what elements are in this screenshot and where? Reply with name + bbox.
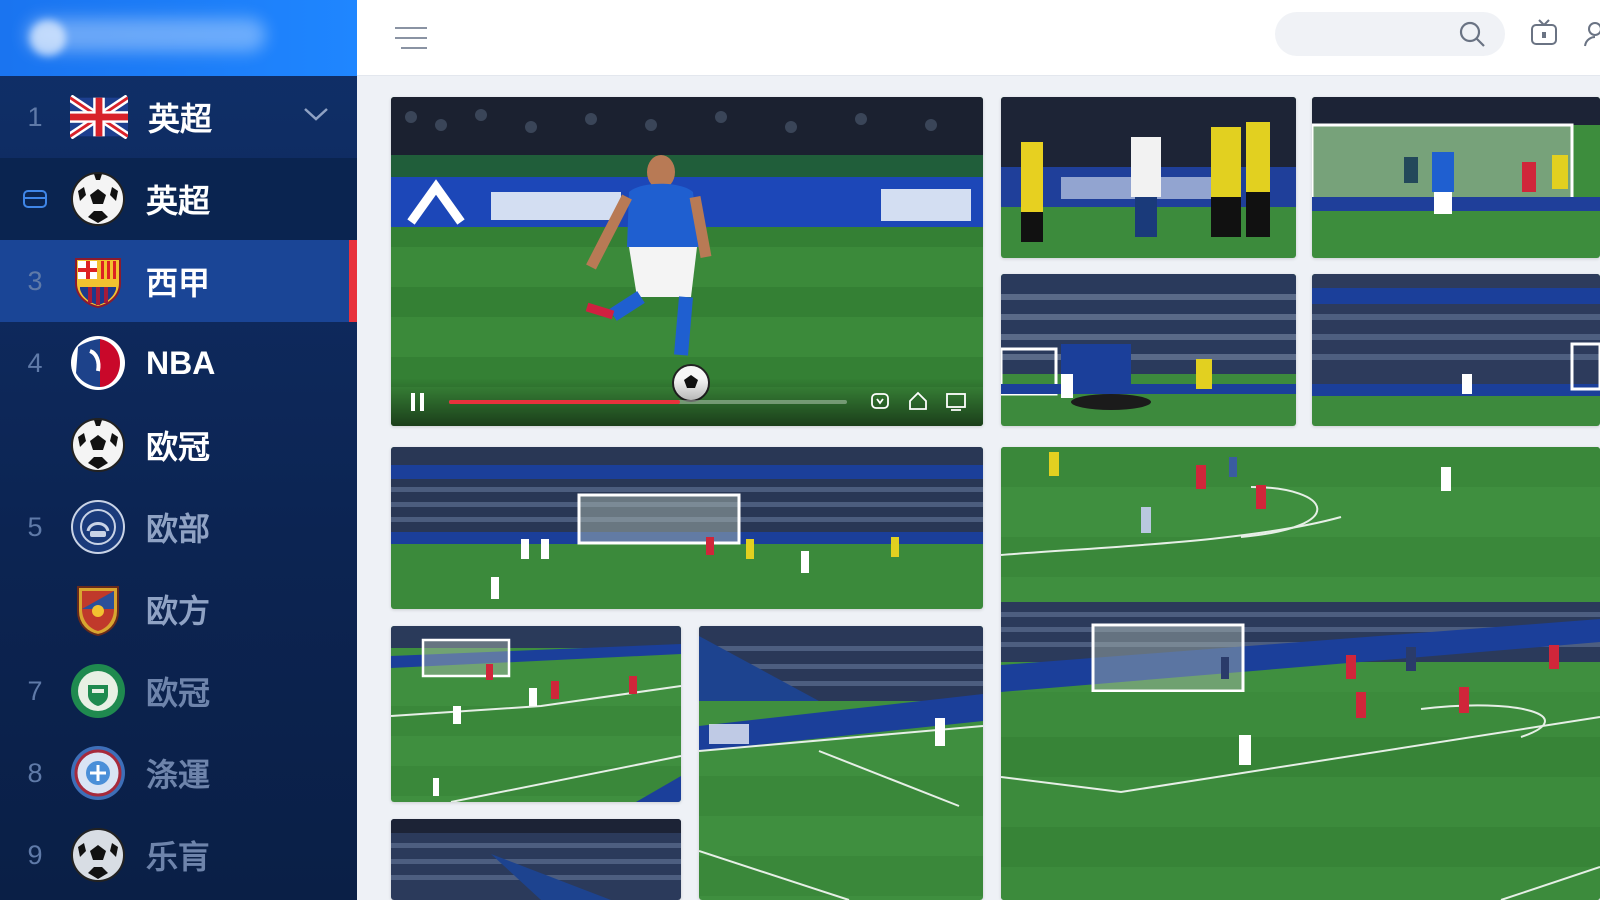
uk-flag-icon — [70, 95, 128, 139]
tv-icon[interactable] — [1529, 18, 1559, 52]
video-frame — [1001, 274, 1296, 426]
progress-fill — [449, 400, 680, 404]
video-frame — [699, 626, 983, 900]
sidebar-item-premier-league-2[interactable]: 英超 — [0, 158, 357, 240]
folder-icon — [0, 188, 70, 210]
subtitles-icon[interactable] — [869, 390, 891, 416]
video-frame — [391, 819, 681, 900]
video-thumbnail[interactable] — [699, 626, 983, 900]
europa-crest-icon — [70, 499, 126, 555]
sidebar-item-label: 欧方 — [146, 592, 211, 630]
progress-bar[interactable] — [449, 400, 847, 404]
soccer-ball-icon — [70, 827, 126, 883]
barcelona-crest-icon — [70, 253, 126, 309]
brand-header[interactable] — [0, 0, 357, 76]
video-thumbnail[interactable] — [391, 447, 983, 609]
sidebar-item-label: 英超 — [148, 100, 213, 138]
video-frame — [1312, 274, 1600, 426]
featured-video-frame — [391, 97, 983, 426]
sidebar-item-label: 欧冠 — [146, 428, 211, 466]
sidebar-item-label: 西甲 — [146, 264, 211, 302]
sidebar-item-label: 乐肓 — [146, 838, 211, 876]
video-thumbnail[interactable] — [1312, 274, 1600, 426]
sidebar-item-nba[interactable]: 4 NBA — [0, 322, 357, 404]
video-thumbnail[interactable] — [391, 819, 681, 900]
video-thumbnail[interactable] — [1312, 97, 1600, 258]
player-controls — [391, 378, 983, 426]
search-box — [1275, 12, 1505, 56]
item-number: 9 — [27, 839, 43, 870]
sidebar-item-label: 欧部 — [146, 510, 211, 548]
video-frame — [391, 447, 983, 609]
video-frame — [1312, 97, 1600, 258]
sidebar-item-conference[interactable]: 欧方 — [0, 568, 357, 650]
item-number: 4 — [27, 347, 43, 378]
sidebar-item-label: 英超 — [146, 182, 211, 220]
top-bar — [357, 0, 1600, 76]
pause-icon[interactable] — [407, 390, 429, 418]
search-input[interactable] — [1289, 22, 1439, 46]
video-thumbnail[interactable] — [1001, 274, 1296, 426]
search-icon[interactable] — [1457, 20, 1487, 54]
home-icon[interactable] — [907, 390, 929, 416]
sidebar-item-premier-league[interactable]: 1 英超 — [0, 76, 357, 158]
featured-video-player[interactable] — [391, 97, 983, 426]
sidebar-item-club-9[interactable]: 9 乐肓 — [0, 814, 357, 896]
sidebar-item-label: NBA — [146, 344, 216, 381]
item-number: 3 — [27, 265, 43, 296]
chevron-down-icon[interactable] — [303, 106, 329, 126]
video-thumbnail[interactable] — [1001, 97, 1296, 258]
sidebar-item-label: 涤運 — [146, 756, 211, 794]
soccer-ball-icon — [70, 417, 126, 473]
nba-logo-icon — [70, 335, 126, 391]
league-nav: 1 英超 英超 3 西甲 4 NBA 欧冠 5 欧部 欧方 7 欧冠 8 涤運 … — [0, 76, 357, 896]
video-frame — [1001, 97, 1296, 258]
item-number: 1 — [27, 101, 43, 132]
item-number: 5 — [27, 511, 43, 542]
video-thumbnail[interactable] — [391, 626, 681, 802]
item-number: 8 — [27, 757, 43, 788]
sidebar-item-champions-league[interactable]: 欧冠 — [0, 404, 357, 486]
green-club-crest-icon — [70, 663, 126, 719]
item-number: 7 — [27, 675, 43, 706]
sidebar-item-label: 欧冠 — [146, 674, 211, 712]
sidebar-item-club-8[interactable]: 8 涤運 — [0, 732, 357, 814]
shield-crest-icon — [70, 581, 126, 637]
blue-club-crest-icon — [70, 745, 126, 801]
sidebar: 1 英超 英超 3 西甲 4 NBA 欧冠 5 欧部 欧方 7 欧冠 8 涤運 … — [0, 0, 357, 900]
fullscreen-icon[interactable] — [945, 390, 967, 416]
brand-name-blurred — [26, 18, 266, 52]
video-frame — [1001, 447, 1600, 900]
soccer-ball-icon — [70, 171, 126, 227]
sidebar-item-la-liga[interactable]: 3 西甲 — [0, 240, 357, 322]
video-frame — [391, 626, 681, 802]
sidebar-item-europa[interactable]: 5 欧部 — [0, 486, 357, 568]
video-thumbnail-large[interactable] — [1001, 447, 1600, 900]
user-icon[interactable] — [1583, 18, 1600, 52]
hamburger-menu-icon[interactable] — [393, 22, 429, 54]
sidebar-item-club-7[interactable]: 7 欧冠 — [0, 650, 357, 732]
